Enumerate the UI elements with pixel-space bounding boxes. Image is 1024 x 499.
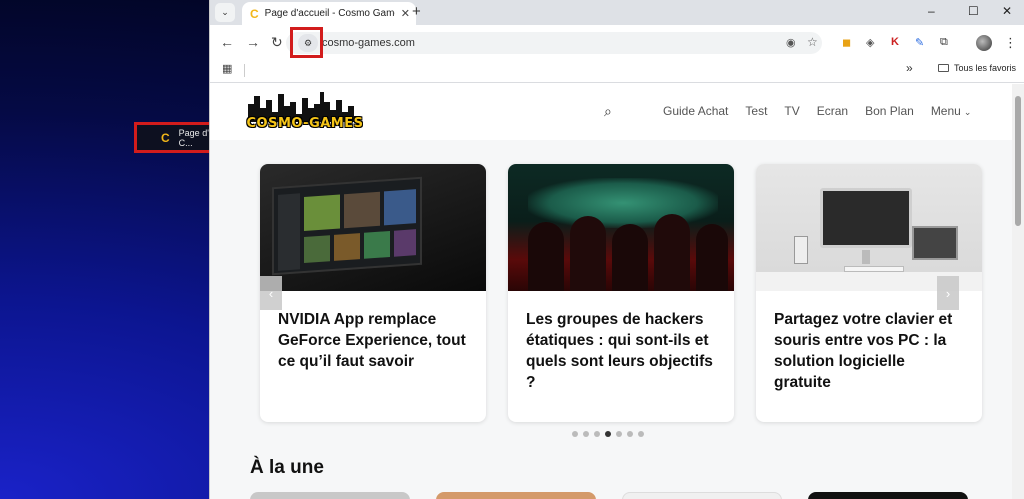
- carousel-dot[interactable]: [572, 431, 578, 437]
- all-bookmarks-label: Tous les favoris: [954, 63, 1017, 73]
- site-info-icon[interactable]: ⚙: [298, 34, 318, 52]
- carousel-dot[interactable]: [627, 431, 633, 437]
- address-bar[interactable]: cosmo-games.com ◉ ☆: [286, 32, 822, 54]
- carousel-prev-button[interactable]: ‹: [260, 276, 282, 310]
- site-header: COSMO-GAMES ⌕ Guide Achat Test TV Ecran …: [210, 84, 1013, 140]
- carousel-dot[interactable]: [583, 431, 589, 437]
- carousel-card[interactable]: Les groupes de hackers étatiques : qui s…: [508, 164, 734, 422]
- back-button[interactable]: ←: [220, 34, 234, 50]
- carousel-dot[interactable]: [594, 431, 600, 437]
- eye-icon[interactable]: ◉: [786, 36, 796, 49]
- profile-avatar[interactable]: [976, 35, 992, 51]
- nav-menu[interactable]: Menu ⌄: [931, 104, 972, 118]
- carousel-dot[interactable]: [638, 431, 644, 437]
- bookmarks-divider: [244, 64, 245, 77]
- cosmo-favicon-icon: C: [161, 130, 170, 145]
- carousel-dot-active[interactable]: [605, 431, 611, 437]
- bookmarks-bar: ▦ » Tous les favoris: [210, 58, 1024, 83]
- extension-3-icon[interactable]: K: [891, 36, 899, 48]
- nav-menu-label: Menu: [930, 104, 961, 118]
- maximize-button[interactable]: ☐: [968, 4, 979, 18]
- bottom-card-preview[interactable]: [436, 492, 596, 499]
- url-text[interactable]: cosmo-games.com: [322, 37, 415, 49]
- card-image-nvidia-app: [260, 164, 486, 291]
- bottom-card-preview[interactable]: [250, 492, 410, 499]
- tab-title: Page d'accueil - Cosmo Games: [264, 8, 395, 19]
- tab-strip: ⌄ C Page d'accueil - Cosmo Games ✕ + – ☐…: [210, 0, 1024, 25]
- chevron-down-icon: ⌄: [963, 107, 972, 117]
- extension-4-icon[interactable]: ✎: [915, 36, 924, 49]
- card-image-hackers: [508, 164, 734, 291]
- browser-window: ⌄ C Page d'accueil - Cosmo Games ✕ + – ☐…: [209, 0, 1024, 499]
- nav-guide-achat[interactable]: Guide Achat: [663, 104, 728, 118]
- close-window-button[interactable]: ✕: [1002, 4, 1012, 18]
- browser-menu-icon[interactable]: ⋮: [1004, 35, 1017, 51]
- extension-1-icon[interactable]: ◼: [842, 36, 851, 49]
- site-navigation: Guide Achat Test TV Ecran Bon Plan Menu ⌄: [663, 104, 971, 118]
- chevron-right-icon: ›: [945, 285, 951, 301]
- forward-button[interactable]: →: [246, 34, 260, 50]
- carousel-next-button[interactable]: ›: [937, 276, 959, 310]
- featured-carousel: NVIDIA App remplace GeForce Experience, …: [260, 164, 1013, 424]
- tab-close-icon[interactable]: ✕: [401, 7, 410, 20]
- reload-button[interactable]: ↻: [271, 34, 283, 51]
- nav-test[interactable]: Test: [745, 104, 767, 118]
- section-title: À la une: [250, 457, 324, 478]
- cosmo-favicon-icon: C: [250, 6, 259, 21]
- scrollbar-thumb[interactable]: [1015, 96, 1021, 226]
- site-search-icon[interactable]: ⌕: [604, 103, 612, 120]
- tab-cosmo-games[interactable]: C Page d'accueil - Cosmo Games ✕: [242, 2, 416, 25]
- card-headline[interactable]: NVIDIA App remplace GeForce Experience, …: [260, 291, 486, 372]
- apps-grid-icon[interactable]: ▦: [222, 62, 232, 75]
- page-scrollbar[interactable]: [1012, 84, 1024, 499]
- bottom-card-preview[interactable]: [808, 492, 968, 499]
- nav-ecran[interactable]: Ecran: [817, 104, 848, 118]
- new-tab-button[interactable]: +: [412, 3, 421, 20]
- cosmo-games-logo[interactable]: COSMO-GAMES: [240, 90, 370, 136]
- tab-search-button[interactable]: ⌄: [215, 3, 235, 22]
- carousel-dot[interactable]: [616, 431, 622, 437]
- bookmark-star-icon[interactable]: ☆: [807, 35, 818, 49]
- bookmarks-overflow-icon[interactable]: »: [906, 61, 913, 75]
- all-bookmarks-folder[interactable]: Tous les favoris: [938, 63, 1016, 73]
- page-content: COSMO-GAMES ⌕ Guide Achat Test TV Ecran …: [210, 84, 1013, 499]
- minimize-button[interactable]: –: [928, 4, 935, 18]
- folder-icon: [938, 64, 949, 72]
- chevron-left-icon: ‹: [268, 285, 274, 301]
- card-headline[interactable]: Les groupes de hackers étatiques : qui s…: [508, 291, 734, 393]
- logo-text: COSMO-GAMES: [246, 116, 364, 131]
- carousel-card[interactable]: NVIDIA App remplace GeForce Experience, …: [260, 164, 486, 422]
- carousel-pagination: [572, 431, 644, 437]
- extension-2-icon[interactable]: ◈: [866, 36, 874, 49]
- card-image-workspace: [756, 164, 982, 291]
- nav-bon-plan[interactable]: Bon Plan: [865, 104, 914, 118]
- extensions-puzzle-icon[interactable]: ⧉: [940, 36, 948, 49]
- bottom-card-preview[interactable]: [622, 492, 782, 499]
- nav-tv[interactable]: TV: [784, 104, 799, 118]
